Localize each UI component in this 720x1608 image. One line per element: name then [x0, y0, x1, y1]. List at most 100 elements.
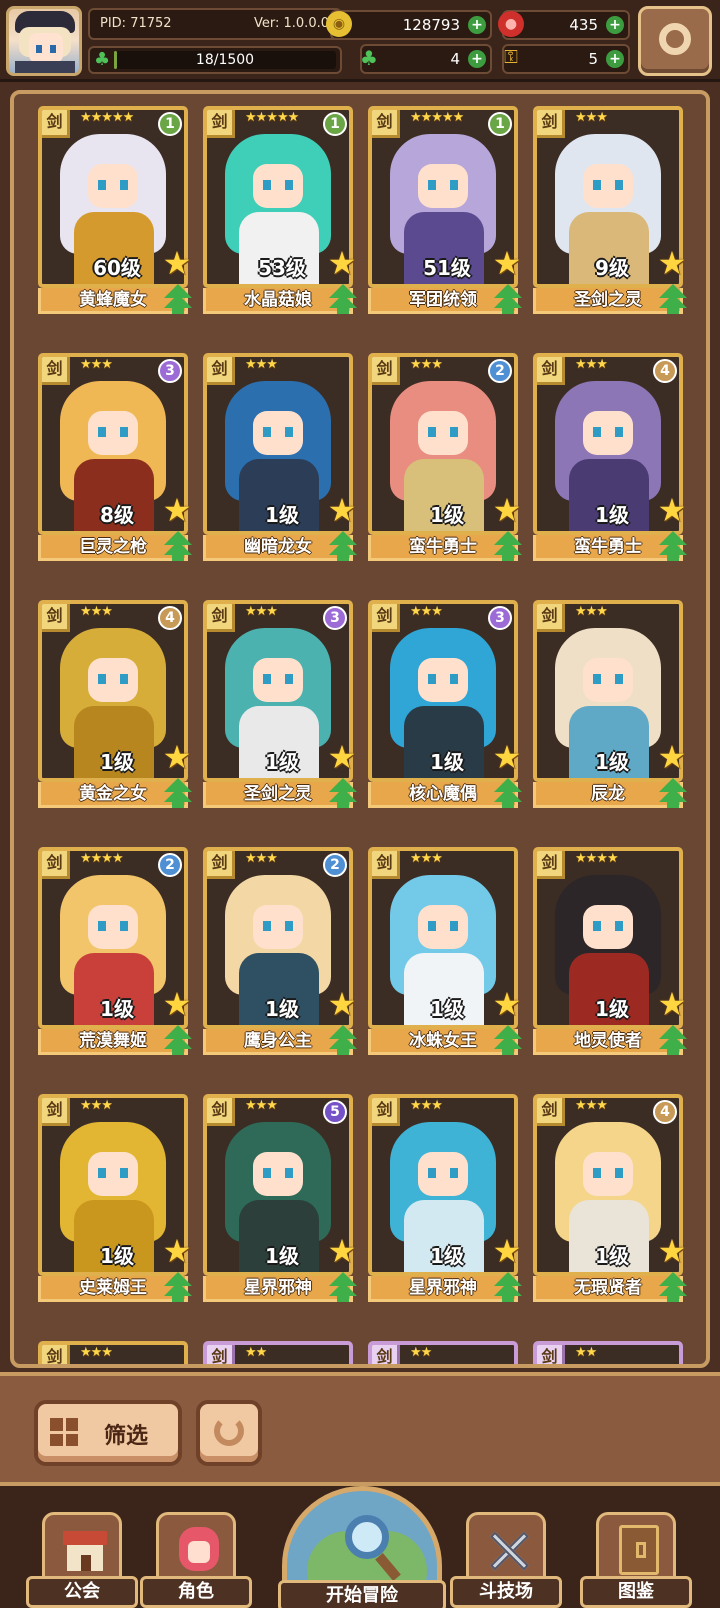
level-up-arrow-icon[interactable]	[659, 284, 687, 314]
player-avatar[interactable]	[6, 6, 82, 76]
character-card[interactable]: 剑 ★★★ 4 1级 ★ 蛮牛勇士	[533, 353, 687, 563]
card-stars: ★★	[575, 1345, 597, 1360]
character-card[interactable]: 剑 ★★★★★ 1 51级 ★ 军团统领	[368, 106, 522, 316]
character-card[interactable]: 剑 ★★★ 3 1级 ★ 核心魔偶	[368, 600, 522, 810]
character-card[interactable]: 剑 ★★★ 1级 ★ 辰龙	[533, 600, 687, 810]
bottom-nav: 公会 角色 开始冒险 斗技场 图鉴	[0, 1482, 720, 1608]
star-upgrade-icon[interactable]: ★	[325, 1234, 359, 1268]
star-upgrade-icon[interactable]: ★	[325, 740, 359, 774]
star-upgrade-icon[interactable]: ★	[490, 1234, 524, 1268]
card-stars: ★★	[245, 1345, 267, 1360]
character-card[interactable]: 剑 ★★★ 3 1级 ★ 圣剑之灵	[203, 600, 357, 810]
character-card[interactable]: 剑 ★★★★ 2 1级 ★ 荒漠舞姬	[38, 847, 192, 1057]
character-card[interactable]: 剑 ★★★ 5 1级 ★ 星界邪神	[203, 1094, 357, 1304]
star-upgrade-icon[interactable]: ★	[325, 246, 359, 280]
level-up-arrow-icon[interactable]	[329, 284, 357, 314]
level-up-arrow-icon[interactable]	[494, 284, 522, 314]
star-upgrade-icon[interactable]: ★	[160, 493, 194, 527]
character-card[interactable]: 剑 ★★★ 2 1级 ★ 鹰身公主	[203, 847, 357, 1057]
filter-button[interactable]: 筛选	[34, 1400, 182, 1466]
level-up-arrow-icon[interactable]	[659, 531, 687, 561]
star-upgrade-icon[interactable]: ★	[490, 246, 524, 280]
level-up-arrow-icon[interactable]	[494, 1272, 522, 1302]
nav-guild[interactable]: 公会	[26, 1512, 138, 1608]
level-up-arrow-icon[interactable]	[659, 778, 687, 808]
character-card[interactable]: 剑 ★★★ 1级 ★ 幽暗龙女	[203, 353, 357, 563]
level-up-arrow-icon[interactable]	[164, 1025, 192, 1055]
character-card[interactable]: 剑 ★★★ 3 8级 ★ 巨灵之枪	[38, 353, 192, 563]
character-card[interactable]: 剑 ★★ 1级 ★	[368, 1341, 518, 1364]
nav-codex[interactable]: 图鉴	[580, 1512, 692, 1608]
level-up-arrow-icon[interactable]	[164, 531, 192, 561]
sword-class-icon: 剑	[372, 110, 400, 138]
star-upgrade-icon[interactable]: ★	[325, 987, 359, 1021]
card-stars: ★★★★★	[245, 110, 299, 125]
level-up-arrow-icon[interactable]	[164, 1272, 192, 1302]
star-upgrade-icon[interactable]: ★	[655, 1234, 689, 1268]
star-upgrade-icon[interactable]: ★	[655, 987, 689, 1021]
character-grid-panel[interactable]: 剑 ★★★★★ 1 60级 ★ 黄蜂魔女 剑 ★★★★★ 1 53级 ★ 水晶菇…	[10, 90, 710, 1368]
sword-class-icon: 剑	[372, 851, 400, 879]
character-card[interactable]: 剑 ★★★ 1级 ★ 冰蛛女王	[368, 847, 522, 1057]
star-upgrade-icon[interactable]: ★	[490, 740, 524, 774]
star-upgrade-icon[interactable]: ★	[160, 246, 194, 280]
card-stars: ★★★	[245, 851, 278, 866]
start-adventure-button[interactable]: 开始冒险	[278, 1486, 446, 1608]
character-card[interactable]: 剑 ★★★ 4 1级 ★ 黄金之女	[38, 600, 192, 810]
level-up-arrow-icon[interactable]	[329, 1025, 357, 1055]
level-up-arrow-icon[interactable]	[659, 1025, 687, 1055]
add-gem-button[interactable]: +	[606, 16, 624, 34]
level-up-arrow-icon[interactable]	[329, 778, 357, 808]
sword-class-icon: 剑	[207, 1345, 235, 1364]
character-card[interactable]: 剑 ★★★ 2 1级 ★ 蛮牛勇士	[368, 353, 522, 563]
player-info: PID: 71752 Ver: 1.0.0.0	[88, 8, 342, 40]
character-card[interactable]: 剑 ★★★ 1级 ★	[38, 1341, 188, 1364]
add-clover-button[interactable]: +	[468, 50, 486, 68]
refresh-button[interactable]	[196, 1400, 262, 1466]
star-upgrade-icon[interactable]: ★	[160, 987, 194, 1021]
star-upgrade-icon[interactable]: ★	[655, 493, 689, 527]
level-up-arrow-icon[interactable]	[659, 1272, 687, 1302]
level-up-arrow-icon[interactable]	[494, 531, 522, 561]
grid-controls: 筛选	[0, 1372, 720, 1482]
level-up-arrow-icon[interactable]	[164, 778, 192, 808]
settings-button[interactable]	[638, 6, 712, 76]
character-card[interactable]: 剑 ★★★★★ 1 60级 ★ 黄蜂魔女	[38, 106, 192, 316]
sword-class-icon: 剑	[537, 110, 565, 138]
card-frame: 剑 ★★ 1级	[368, 1341, 518, 1364]
rank-badge: 4	[158, 606, 182, 630]
nav-character-label: 角色	[140, 1576, 252, 1608]
character-card[interactable]: 剑 ★★ 6级 ★	[203, 1341, 353, 1364]
character-card[interactable]: 剑 ★★★★ 1级 ★ 地灵使者	[533, 847, 687, 1057]
refresh-icon	[214, 1416, 244, 1446]
book-icon	[619, 1525, 659, 1575]
star-upgrade-icon[interactable]: ★	[490, 987, 524, 1021]
card-stars: ★★	[410, 1345, 432, 1360]
character-card[interactable]: 剑 ★★ 1级 ★	[533, 1341, 683, 1364]
character-card[interactable]: 剑 ★★★ 9级 ★ 圣剑之灵	[533, 106, 687, 316]
gear-icon	[659, 23, 691, 55]
level-up-arrow-icon[interactable]	[494, 1025, 522, 1055]
nav-character[interactable]: 角色	[140, 1512, 252, 1608]
level-up-arrow-icon[interactable]	[329, 531, 357, 561]
character-card[interactable]: 剑 ★★★★★ 1 53级 ★ 水晶菇娘	[203, 106, 357, 316]
sword-class-icon: 剑	[207, 1098, 235, 1126]
star-upgrade-icon[interactable]: ★	[325, 493, 359, 527]
star-upgrade-icon[interactable]: ★	[160, 740, 194, 774]
nav-arena[interactable]: 斗技场	[450, 1512, 562, 1608]
level-up-arrow-icon[interactable]	[164, 284, 192, 314]
level-up-arrow-icon[interactable]	[329, 1272, 357, 1302]
level-up-arrow-icon[interactable]	[494, 778, 522, 808]
star-upgrade-icon[interactable]: ★	[655, 246, 689, 280]
sword-class-icon: 剑	[42, 1098, 70, 1126]
crossed-swords-icon	[487, 1527, 531, 1575]
star-upgrade-icon[interactable]: ★	[160, 1234, 194, 1268]
add-key-button[interactable]: +	[606, 50, 624, 68]
character-card[interactable]: 剑 ★★★ 1级 ★ 史莱姆王	[38, 1094, 192, 1304]
character-card[interactable]: 剑 ★★★ 1级 ★ 星界邪神	[368, 1094, 522, 1304]
star-upgrade-icon[interactable]: ★	[490, 493, 524, 527]
character-card[interactable]: 剑 ★★★ 4 1级 ★ 无瑕贤者	[533, 1094, 687, 1304]
add-gold-button[interactable]: +	[468, 16, 486, 34]
star-upgrade-icon[interactable]: ★	[655, 740, 689, 774]
sword-class-icon: 剑	[372, 1345, 400, 1364]
